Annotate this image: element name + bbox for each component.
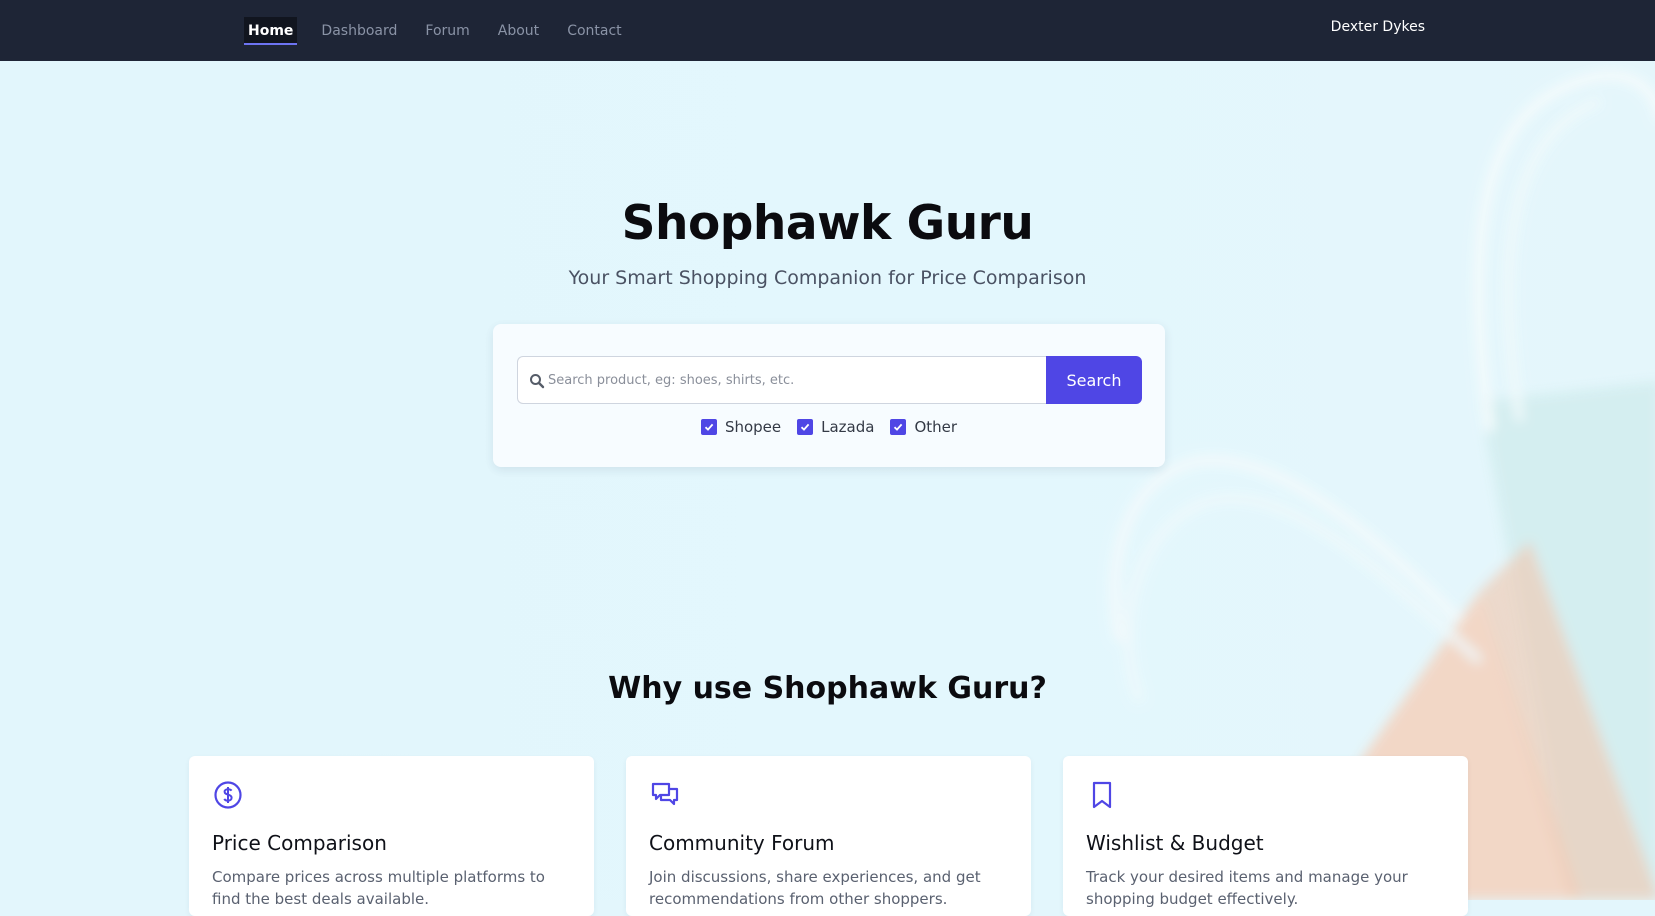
search-icon	[530, 374, 545, 389]
bookmark-icon	[1092, 781, 1112, 809]
nav-link-about[interactable]: About	[494, 17, 543, 45]
nav-link-dashboard[interactable]: Dashboard	[317, 17, 401, 45]
check-icon	[801, 423, 810, 431]
search-box	[517, 356, 1047, 404]
feature-card-wishlist-budget: Wishlist & Budget Track your desired ite…	[1063, 756, 1468, 916]
lazada-label: Lazada	[821, 418, 875, 436]
filter-lazada[interactable]: Lazada	[797, 418, 874, 436]
nav-link-home[interactable]: Home	[244, 16, 298, 45]
other-checkbox[interactable]	[890, 419, 907, 435]
search-input[interactable]	[548, 357, 1038, 403]
nav-link-contact[interactable]: Contact	[563, 17, 625, 45]
check-icon	[704, 423, 714, 431]
nav-links: Home Dashboard Forum About Contact	[244, 0, 638, 61]
feature-description: Compare prices across multiple platforms…	[212, 868, 545, 908]
feature-title: Wishlist & Budget	[1086, 831, 1264, 855]
feature-card-price-comparison: Price Comparison Compare prices across m…	[189, 756, 594, 916]
user-menu[interactable]: Dexter Dykes	[1331, 19, 1425, 35]
lazada-checkbox[interactable]	[797, 419, 814, 435]
feature-card-community-forum: Community Forum Join discussions, share …	[626, 756, 1031, 916]
search-card: Search Shopee Lazada Other	[493, 324, 1165, 467]
dollar-circle-icon	[214, 781, 242, 809]
check-icon	[894, 423, 903, 431]
chat-bubbles-icon	[651, 782, 679, 806]
shopee-label: Shopee	[724, 418, 782, 436]
filter-other[interactable]: Other	[890, 418, 957, 436]
search-button[interactable]: Search	[1046, 356, 1142, 404]
shopee-checkbox[interactable]	[700, 419, 717, 435]
other-label: Other	[914, 418, 958, 436]
feature-title: Community Forum	[649, 831, 835, 855]
features-heading: Why use Shophawk Guru?	[608, 671, 1047, 706]
feature-description: Join discussions, share experiences, and…	[649, 868, 981, 908]
top-navbar: Home Dashboard Forum About Contact Dexte…	[0, 0, 1655, 61]
feature-title: Price Comparison	[212, 831, 387, 855]
hero-subtitle: Your Smart Shopping Companion for Price …	[568, 267, 1087, 289]
hero-title: Shophawk Guru	[621, 196, 1034, 251]
platform-filters: Shopee Lazada Other	[493, 418, 1165, 436]
filter-shopee[interactable]: Shopee	[700, 418, 782, 436]
nav-link-forum[interactable]: Forum	[421, 17, 473, 45]
feature-description: Track your desired items and manage your…	[1086, 868, 1408, 908]
